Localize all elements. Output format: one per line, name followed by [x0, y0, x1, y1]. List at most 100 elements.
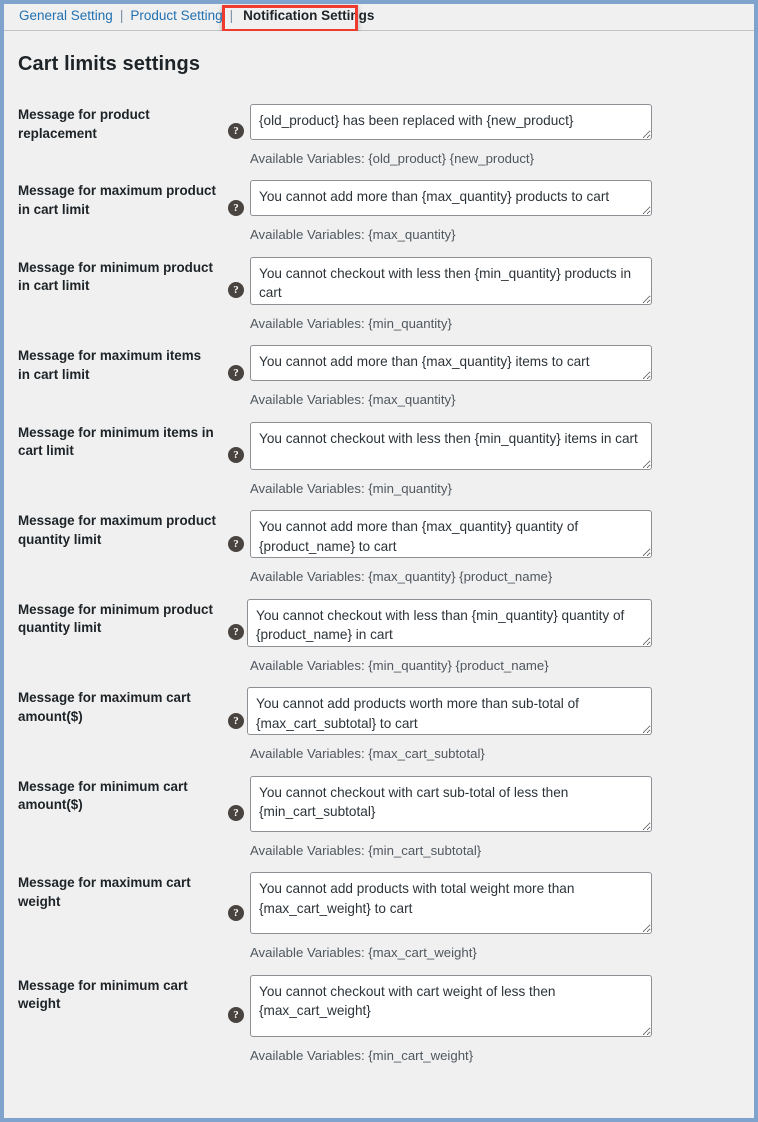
- textarea-message-min-cart-weight[interactable]: [250, 974, 652, 1037]
- field-row-max-product-quantity: Message for maximum product quantity lim…: [4, 498, 754, 586]
- label-message-max-cart-amount: Message for maximum cart amount($): [18, 690, 191, 724]
- field-input-cell: Available Variables: {max_cart_weight}: [250, 860, 754, 962]
- field-label-cell: Message for maximum product in cart limi…: [4, 168, 222, 244]
- help-cell: ?: [222, 245, 250, 333]
- field-input-cell: Available Variables: {old_product} {new_…: [250, 92, 754, 168]
- field-label-cell: Message for minimum items in cart limit: [4, 410, 222, 498]
- settings-form-table: Message for product replacement ? Availa…: [4, 92, 754, 1065]
- available-variables-max-items-in-cart: Available Variables: {max_quantity}: [250, 392, 456, 408]
- textarea-message-max-product-quantity[interactable]: [250, 510, 652, 559]
- textarea-wrap: [250, 872, 652, 935]
- help-icon[interactable]: ?: [228, 447, 244, 464]
- tab-product-setting[interactable]: Product Setting: [129, 8, 223, 23]
- textarea-wrap: [250, 510, 652, 559]
- field-label-cell: Message for maximum cart weight: [4, 860, 222, 962]
- tab-separator-2: |: [229, 8, 234, 23]
- tab-general-setting[interactable]: General Setting: [18, 8, 114, 23]
- help-icon[interactable]: ?: [228, 904, 244, 921]
- tab-strip: General Setting | Product Setting | Noti…: [18, 8, 378, 23]
- available-variables-min-cart-amount: Available Variables: {min_cart_subtotal}: [250, 842, 482, 858]
- field-label-cell: Message for minimum product in cart limi…: [4, 245, 222, 333]
- help-icon[interactable]: ?: [228, 624, 244, 641]
- textarea-message-max-product-in-cart[interactable]: [250, 180, 652, 217]
- tab-separator-1: |: [119, 8, 124, 23]
- label-message-max-cart-weight: Message for maximum cart weight: [18, 875, 191, 909]
- field-label-cell: Message for minimum product quantity lim…: [4, 587, 222, 675]
- help-icon[interactable]: ?: [228, 1007, 244, 1024]
- help-icon[interactable]: ?: [228, 805, 244, 822]
- help-cell: ?: [222, 410, 250, 498]
- help-icon[interactable]: ?: [228, 282, 244, 299]
- textarea-wrap: [250, 180, 652, 217]
- textarea-message-min-items-in-cart[interactable]: [250, 421, 652, 470]
- textarea-wrap: [247, 687, 652, 736]
- help-cell: ?: [222, 963, 250, 1065]
- field-input-cell: Available Variables: {min_cart_weight}: [250, 963, 754, 1065]
- available-variables-min-product-in-cart: Available Variables: {min_quantity}: [250, 315, 452, 331]
- field-input-cell: Available Variables: {min_quantity} {pro…: [247, 587, 754, 675]
- settings-tab-bar: General Setting | Product Setting | Noti…: [4, 4, 754, 32]
- settings-page-frame: General Setting | Product Setting | Noti…: [0, 0, 758, 1122]
- field-input-cell: Available Variables: {max_cart_subtotal}: [247, 675, 754, 763]
- label-message-min-product-in-cart: Message for minimum product in cart limi…: [18, 259, 213, 294]
- textarea-wrap: [250, 974, 652, 1037]
- settings-content: Cart limits settings Message for product…: [4, 31, 754, 1118]
- textarea-message-min-cart-amount[interactable]: [250, 775, 652, 832]
- label-message-product-replacement: Message for product replacement: [18, 107, 150, 141]
- help-cell: ?: [222, 498, 250, 586]
- field-row-max-cart-amount: Message for maximum cart amount($) ? Ava…: [4, 675, 754, 763]
- field-label-cell: Message for maximum product quantity lim…: [4, 498, 222, 586]
- available-variables-max-product-quantity: Available Variables: {max_quantity} {pro…: [250, 569, 553, 585]
- field-row-min-items-in-cart: Message for minimum items in cart limit …: [4, 410, 754, 498]
- help-cell: ?: [222, 764, 250, 860]
- field-row-min-product-in-cart: Message for minimum product in cart limi…: [4, 245, 754, 333]
- help-icon[interactable]: ?: [228, 364, 244, 381]
- field-label-cell: Message for minimum cart amount($): [4, 764, 222, 860]
- available-variables-min-product-quantity: Available Variables: {min_quantity} {pro…: [250, 657, 549, 673]
- textarea-message-max-cart-amount[interactable]: [247, 687, 652, 736]
- textarea-wrap: [247, 598, 652, 647]
- field-input-cell: Available Variables: {min_quantity}: [250, 410, 754, 498]
- field-input-cell: Available Variables: {min_quantity}: [250, 245, 754, 333]
- settings-form-body: Message for product replacement ? Availa…: [4, 92, 754, 1065]
- label-message-min-items-in-cart: Message for minimum items in cart limit: [18, 424, 214, 459]
- help-cell: ?: [222, 168, 250, 244]
- textarea-wrap: [250, 104, 652, 140]
- textarea-message-product-replacement[interactable]: [250, 104, 652, 140]
- tab-notification-settings[interactable]: Notification Settings: [239, 8, 378, 23]
- page-title: Cart limits settings: [18, 53, 201, 75]
- available-variables-max-cart-amount: Available Variables: {max_cart_subtotal}: [250, 746, 485, 762]
- field-row-min-cart-amount: Message for minimum cart amount($) ? Ava…: [4, 764, 754, 860]
- help-cell: ?: [222, 587, 250, 675]
- help-icon[interactable]: ?: [228, 199, 244, 216]
- label-message-min-cart-weight: Message for minimum cart weight: [18, 977, 188, 1012]
- help-icon[interactable]: ?: [228, 535, 244, 552]
- field-row-product-replacement: Message for product replacement ? Availa…: [4, 92, 754, 168]
- field-row-max-cart-weight: Message for maximum cart weight ? Availa…: [4, 860, 754, 962]
- textarea-wrap: [250, 256, 652, 305]
- field-label-cell: Message for maximum items in cart limit: [4, 333, 222, 409]
- available-variables-min-cart-weight: Available Variables: {min_cart_weight}: [250, 1047, 474, 1063]
- textarea-wrap: [250, 775, 652, 832]
- label-message-min-product-quantity: Message for minimum product quantity lim…: [18, 601, 213, 636]
- textarea-message-max-items-in-cart[interactable]: [250, 345, 652, 382]
- textarea-message-min-product-in-cart[interactable]: [250, 256, 652, 305]
- textarea-message-min-product-quantity[interactable]: [247, 598, 652, 647]
- help-cell: ?: [222, 92, 250, 168]
- field-row-min-product-quantity: Message for minimum product quantity lim…: [4, 587, 754, 675]
- field-label-cell: Message for product replacement: [4, 92, 222, 168]
- field-input-cell: Available Variables: {min_cart_subtotal}: [250, 764, 754, 860]
- label-message-min-cart-amount: Message for minimum cart amount($): [18, 778, 188, 813]
- help-icon[interactable]: ?: [228, 712, 244, 729]
- field-input-cell: Available Variables: {max_quantity}: [250, 168, 754, 244]
- field-input-cell: Available Variables: {max_quantity} {pro…: [250, 498, 754, 586]
- help-icon[interactable]: ?: [228, 123, 244, 140]
- help-cell: ?: [222, 675, 250, 763]
- field-label-cell: Message for maximum cart amount($): [4, 675, 222, 763]
- field-row-max-product-in-cart: Message for maximum product in cart limi…: [4, 168, 754, 244]
- help-cell: ?: [222, 333, 250, 409]
- textarea-message-max-cart-weight[interactable]: [250, 872, 652, 935]
- available-variables-max-product-in-cart: Available Variables: {max_quantity}: [250, 227, 456, 243]
- available-variables-min-items-in-cart: Available Variables: {min_quantity}: [250, 480, 452, 496]
- available-variables-product-replacement: Available Variables: {old_product} {new_…: [250, 151, 534, 166]
